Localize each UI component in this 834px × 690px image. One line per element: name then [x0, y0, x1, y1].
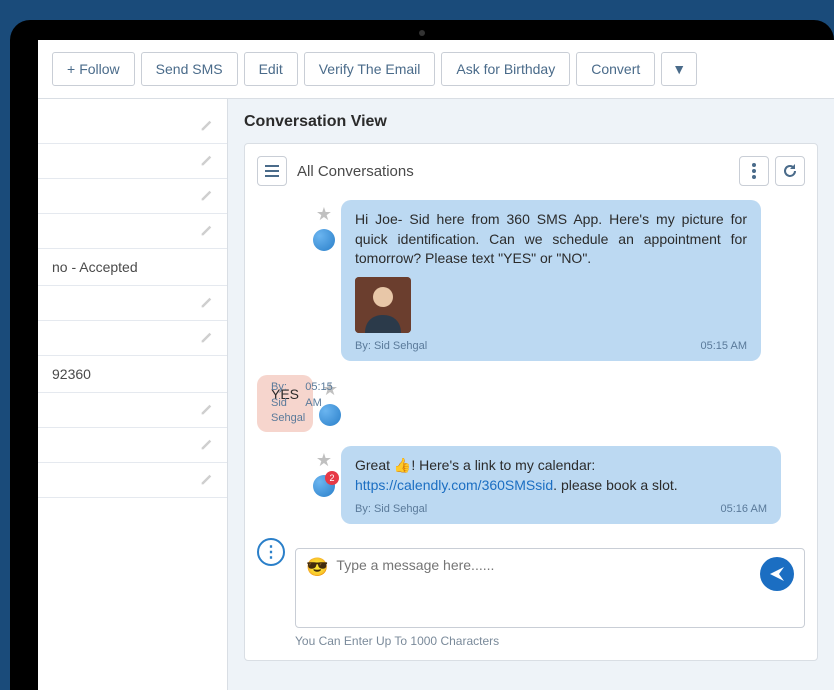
- message-input[interactable]: [336, 557, 752, 617]
- edit-icon[interactable]: [199, 331, 213, 345]
- message-author: By: Sid Sehgal: [271, 380, 305, 426]
- section-title: Conversation View: [244, 113, 818, 131]
- conversation-header: All Conversations: [257, 156, 805, 186]
- send-sms-button[interactable]: Send SMS: [141, 52, 238, 86]
- edit-icon[interactable]: [199, 189, 213, 203]
- globe-icon[interactable]: [319, 404, 341, 426]
- globe-icon[interactable]: [313, 229, 335, 251]
- message-bubble: Great 👍! Here's a link to my calendar: h…: [341, 446, 781, 523]
- detail-row: [38, 109, 227, 144]
- message-row-incoming: YES By: Sid Sehgal 05:15 AM ★: [257, 375, 805, 433]
- edit-icon[interactable]: [199, 438, 213, 452]
- message-text: Hi Joe- Sid here from 360 SMS App. Here'…: [355, 210, 747, 269]
- refresh-icon[interactable]: [775, 156, 805, 186]
- emoji-picker-icon[interactable]: 😎: [306, 557, 328, 578]
- character-limit-hint: You Can Enter Up To 1000 Characters: [295, 634, 805, 648]
- edit-icon[interactable]: [199, 403, 213, 417]
- message-author: By: Sid Sehgal: [355, 502, 427, 517]
- edit-icon[interactable]: [199, 224, 213, 238]
- app-screen: +Follow Send SMS Edit Verify The Email A…: [38, 40, 834, 690]
- camera-dot: [419, 30, 425, 36]
- detail-row: [38, 214, 227, 249]
- globe-icon[interactable]: [313, 475, 335, 497]
- detail-row: [38, 144, 227, 179]
- convert-button[interactable]: Convert: [576, 52, 655, 86]
- action-toolbar: +Follow Send SMS Edit Verify The Email A…: [38, 40, 834, 99]
- detail-row: no - Accepted: [38, 249, 227, 286]
- conversation-filter-title: All Conversations: [297, 163, 729, 180]
- message-composer: 😎: [295, 548, 805, 628]
- conversation-panel: Conversation View All Conversations: [228, 99, 834, 690]
- message-bubble: Hi Joe- Sid here from 360 SMS App. Here'…: [341, 200, 761, 361]
- follow-button[interactable]: +Follow: [52, 52, 135, 86]
- message-text: Great 👍! Here's a link to my calendar:: [355, 457, 595, 473]
- attached-image[interactable]: [355, 277, 411, 333]
- send-button[interactable]: [760, 557, 794, 591]
- star-icon[interactable]: ★: [316, 204, 332, 225]
- edit-icon[interactable]: [199, 119, 213, 133]
- verify-email-button[interactable]: Verify The Email: [304, 52, 436, 86]
- edit-icon[interactable]: [199, 154, 213, 168]
- conversation-card: All Conversations ★: [244, 143, 818, 661]
- edit-icon[interactable]: [199, 473, 213, 487]
- star-icon[interactable]: ★: [316, 450, 332, 471]
- message-text: . please book a slot.: [553, 477, 678, 493]
- message-time: 05:15 AM: [701, 339, 747, 354]
- menu-icon[interactable]: [257, 156, 287, 186]
- detail-row: [38, 179, 227, 214]
- detail-row: [38, 286, 227, 321]
- laptop-frame: +Follow Send SMS Edit Verify The Email A…: [10, 20, 834, 690]
- message-row-outgoing: ★ Great 👍! Here's a link to my calendar:…: [257, 446, 805, 523]
- edit-icon[interactable]: [199, 296, 213, 310]
- left-detail-panel: no - Accepted 92360: [38, 99, 228, 690]
- composer-options-icon[interactable]: ⋮: [257, 538, 285, 566]
- calendar-link[interactable]: https://calendly.com/360SMSsid: [355, 477, 553, 493]
- message-time: 05:16 AM: [721, 502, 767, 517]
- message-row-outgoing: ★ Hi Joe- Sid here from 360 SMS App. Her…: [257, 200, 805, 361]
- detail-row: [38, 393, 227, 428]
- message-bubble: YES By: Sid Sehgal 05:15 AM: [257, 375, 313, 433]
- detail-row: [38, 321, 227, 356]
- edit-button[interactable]: Edit: [244, 52, 298, 86]
- more-actions-dropdown[interactable]: ▼: [661, 52, 697, 86]
- message-author: By: Sid Sehgal: [355, 339, 427, 354]
- kebab-icon[interactable]: [739, 156, 769, 186]
- detail-row: 92360: [38, 356, 227, 393]
- ask-birthday-button[interactable]: Ask for Birthday: [441, 52, 570, 86]
- detail-row: [38, 463, 227, 498]
- detail-row: [38, 428, 227, 463]
